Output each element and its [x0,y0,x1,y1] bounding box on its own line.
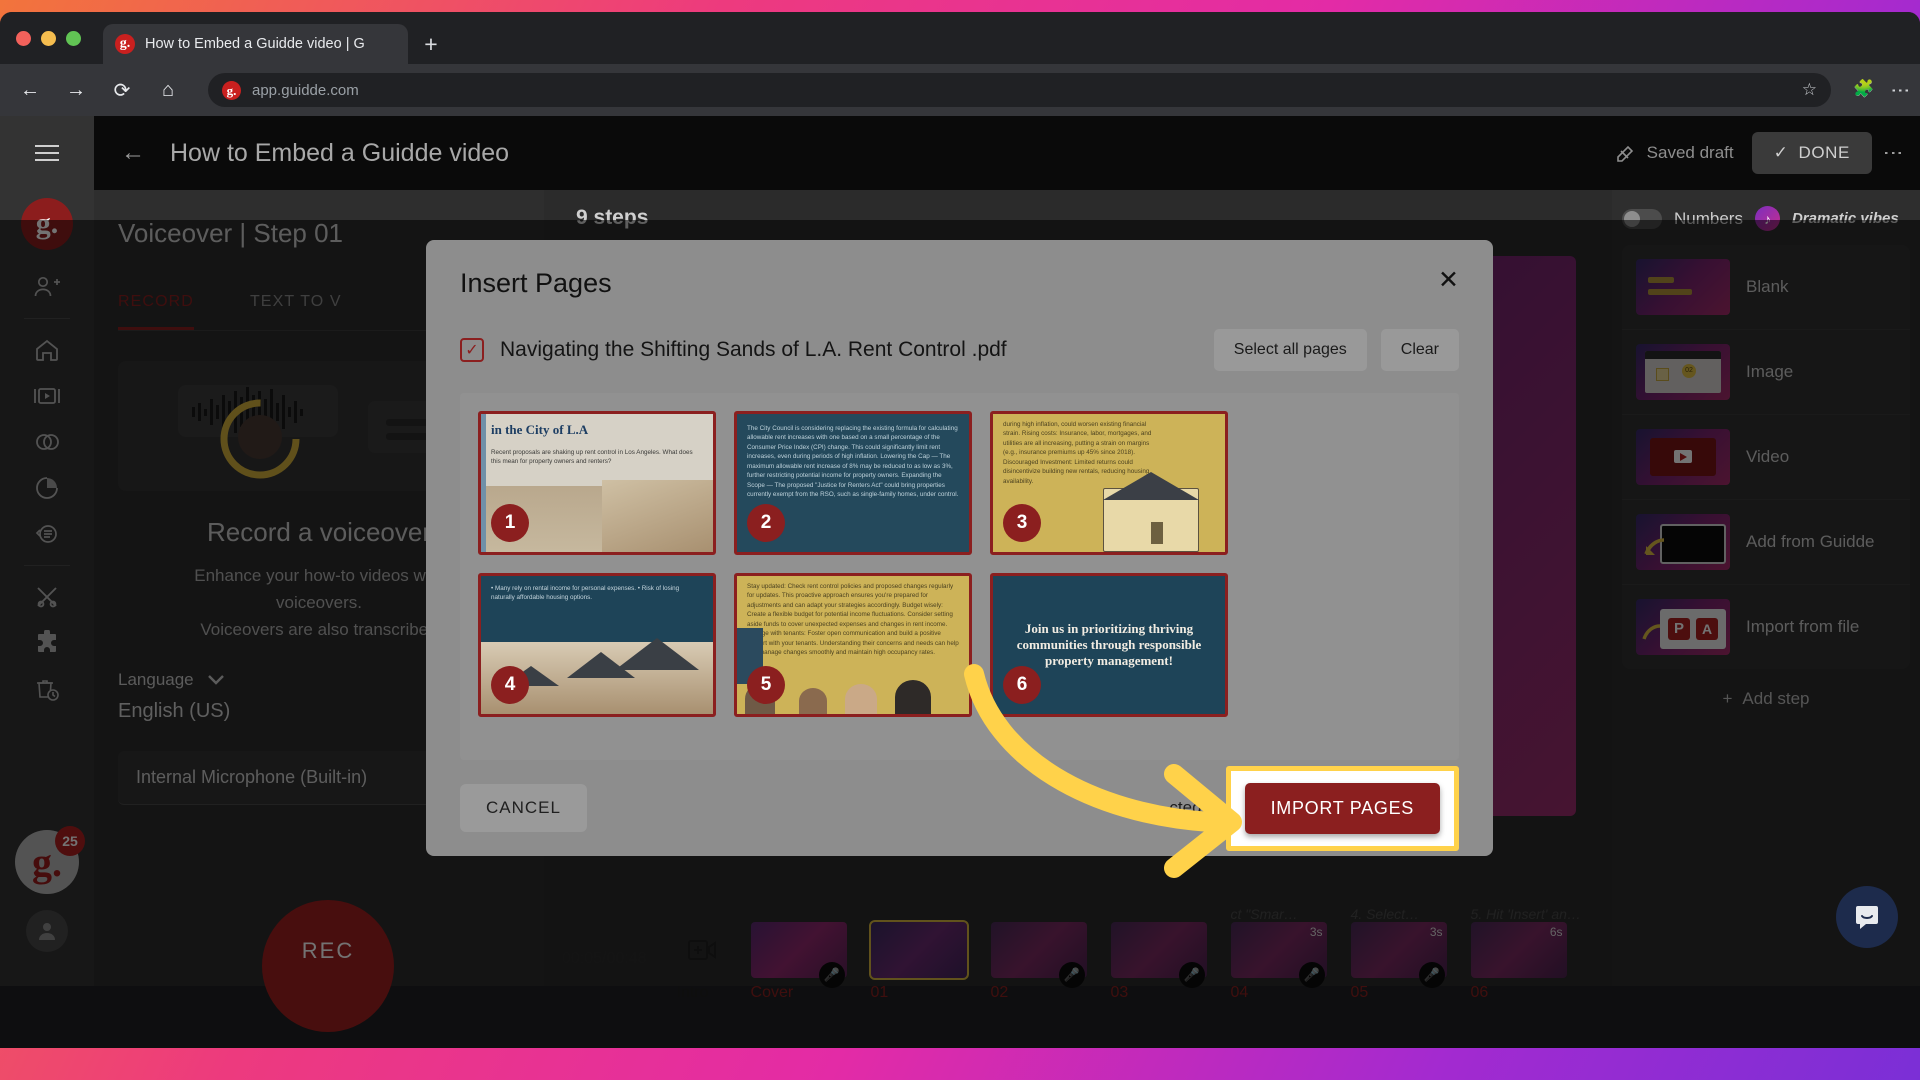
insert-pages-modal: Insert Pages ✕ ✓ Navigating the Shifting… [426,240,1493,856]
browser-tab-title: How to Embed a Guidde video | G [145,36,365,52]
saved-draft-label: Saved draft [1646,143,1734,162]
selected-count-label: …cted [1152,798,1202,817]
close-icon[interactable]: ✕ [1438,268,1459,293]
browser-tab-strip: g. How to Embed a Guidde video | G + [0,12,1920,64]
header-menu-icon[interactable]: ⋮ [1882,143,1904,163]
app-header: ← How to Embed a Guidde video Saved draf… [94,116,1920,190]
hamburger-icon[interactable] [24,130,70,176]
done-label: DONE [1798,143,1850,162]
page-number-badge: 5 [747,666,785,704]
file-row: ✓ Navigating the Shifting Sands of L.A. … [426,299,1493,371]
page-number-badge: 6 [1003,666,1041,704]
back-icon[interactable]: ← [18,78,42,102]
browser-toolbar: ← → ⟳ ⌂ g. app.guidde.com ☆ 🧩 ⋮ [0,64,1920,116]
chat-icon [1856,906,1878,929]
edit-icon [1616,145,1633,162]
window-controls[interactable] [16,31,81,46]
forward-icon[interactable]: → [64,78,88,102]
close-window-button[interactable] [16,31,31,46]
modal-header: Insert Pages ✕ [426,240,1493,299]
import-pages-button[interactable]: IMPORT PAGES [1244,782,1440,834]
intercom-chat-button[interactable] [1836,886,1898,948]
page-heading: Join us in prioritizing thriving communi… [1016,620,1202,669]
file-name-label: Navigating the Shifting Sands of L.A. Re… [500,338,1007,361]
page-heading: in the City of L.A [491,422,589,437]
maximize-window-button[interactable] [66,31,81,46]
page-title: How to Embed a Guidde video [170,138,510,167]
clear-button[interactable]: Clear [1380,329,1459,371]
extensions-icon[interactable]: 🧩 [1853,79,1875,101]
modal-footer: CANCEL …cted IMPORT PAGES [426,760,1493,856]
site-favicon: g. [222,80,241,100]
address-bar[interactable]: g. app.guidde.com ☆ [208,73,1831,107]
file-checkbox[interactable]: ✓ [460,338,484,362]
cancel-button[interactable]: CANCEL [460,784,587,832]
reload-icon[interactable]: ⟳ [110,78,134,102]
import-highlight-box: IMPORT PAGES [1225,765,1459,851]
page-thumbnail-4[interactable]: • Many rely on rental income for persona… [478,573,716,717]
file-actions: Select all pages Clear [1213,329,1459,371]
page-thumbnail-5[interactable]: Stay updated: Check rent control policie… [734,573,972,717]
check-icon: ✓ [1773,143,1789,162]
done-button[interactable]: ✓ DONE [1751,132,1872,174]
new-tab-button[interactable]: + [420,33,442,56]
browser-tab[interactable]: g. How to Embed a Guidde video | G [103,24,408,64]
minimize-window-button[interactable] [41,31,56,46]
page-thumbnail-2[interactable]: The City Council is considering replacin… [734,411,972,555]
modal-title: Insert Pages [460,268,612,298]
home-icon[interactable]: ⌂ [156,78,180,102]
saved-draft-status: Saved draft [1615,142,1734,164]
page-number-badge: 2 [747,504,785,542]
browser-window: g. How to Embed a Guidde video | G + ← →… [0,12,1920,1048]
pages-grid: in the City of L.A Recent proposals are … [478,411,1441,717]
header-actions: Saved draft ✓ DONE ⋮ [1615,132,1904,174]
select-all-pages-button[interactable]: Select all pages [1213,329,1367,371]
page-number-badge: 1 [491,504,529,542]
header-back-button[interactable]: ← [118,139,148,167]
address-bar-url: app.guidde.com [252,81,359,99]
bookmark-star-icon[interactable]: ☆ [1802,80,1817,100]
pages-grid-container: in the City of L.A Recent proposals are … [460,393,1459,760]
page-thumbnail-1[interactable]: in the City of L.A Recent proposals are … [478,411,716,555]
page-number-badge: 3 [1003,504,1041,542]
page-thumbnail-3[interactable]: during high inflation, could worsen exis… [990,411,1228,555]
page-thumbnail-6[interactable]: Join us in prioritizing thriving communi… [990,573,1228,717]
browser-menu-icon[interactable]: ⋮ [1889,81,1910,100]
guidde-favicon: g. [115,34,135,54]
page-number-badge: 4 [491,666,529,704]
